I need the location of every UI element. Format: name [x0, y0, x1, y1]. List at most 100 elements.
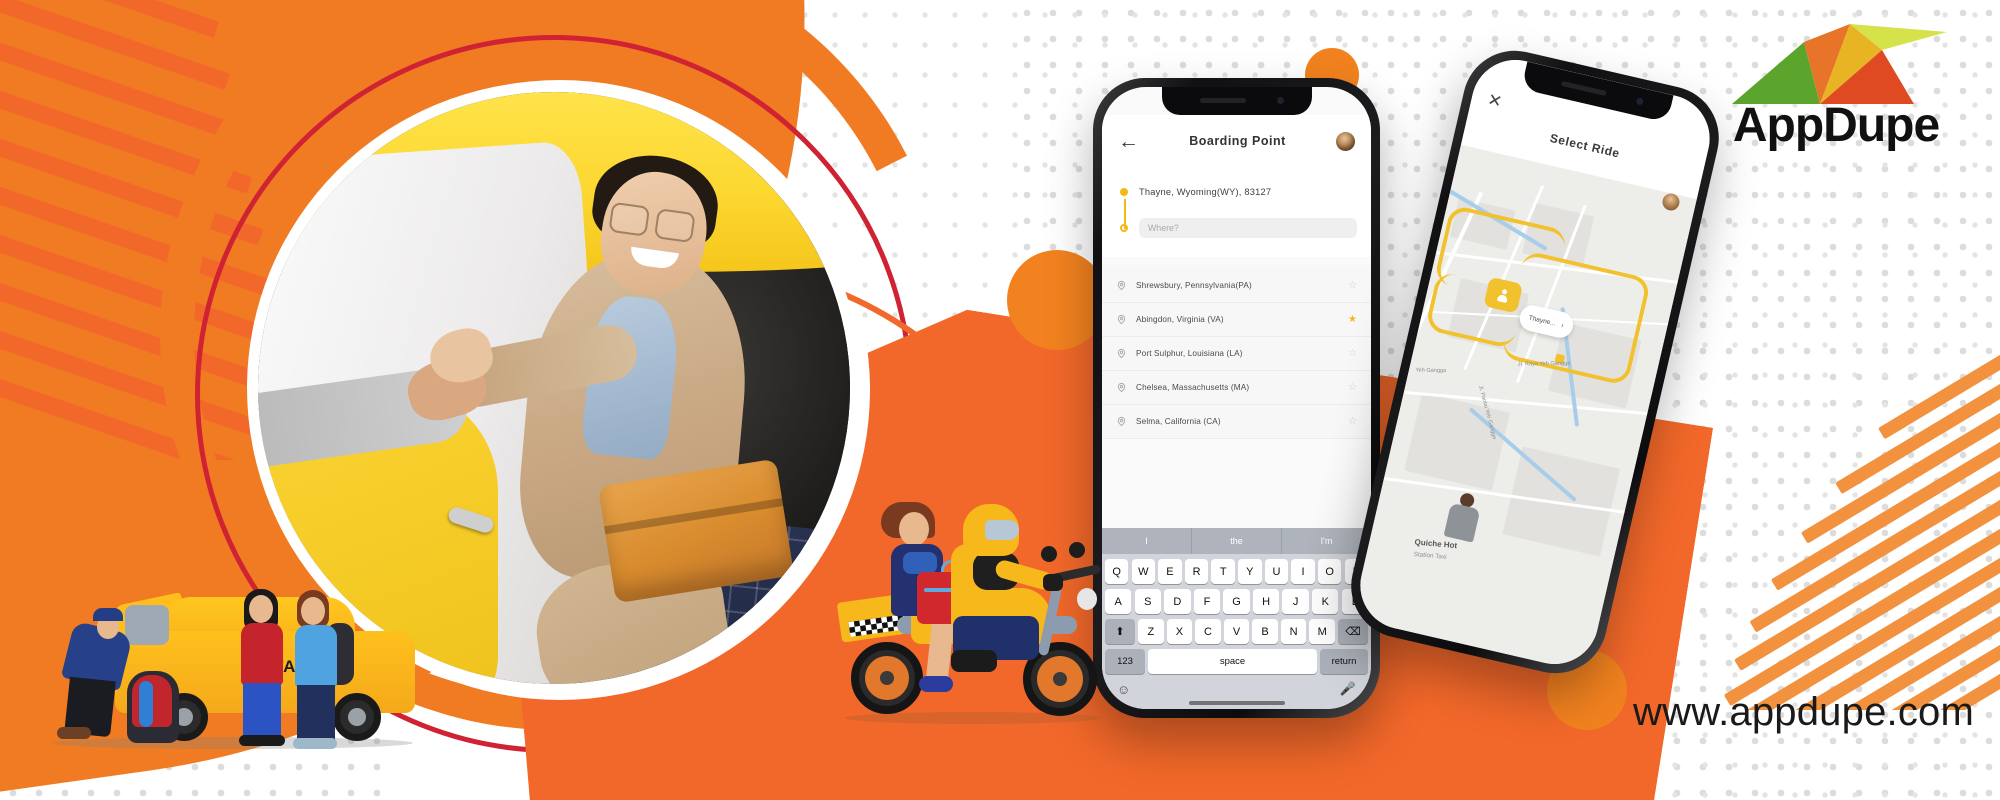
route-inputs: Thayne, Wyoming(WY), 83127 Where?	[1102, 167, 1371, 257]
keyboard-suggestion[interactable]: the	[1191, 528, 1281, 554]
orange-circle-accent-1	[1007, 250, 1107, 350]
backspace-icon[interactable]: ⌫	[1338, 619, 1369, 644]
destination-input[interactable]: Where?	[1139, 218, 1357, 238]
key-i[interactable]: I	[1291, 559, 1315, 584]
chevron-right-icon: ›	[1560, 321, 1565, 329]
street-label: Jl. Raya Yeh Gangga	[1517, 360, 1571, 368]
back-arrow-icon[interactable]: ←	[1118, 131, 1139, 152]
key-e[interactable]: E	[1158, 559, 1182, 584]
key-n[interactable]: N	[1280, 619, 1307, 644]
phone1-screen: ← Boarding Point Thayne, Wyoming(WY), 83…	[1102, 87, 1371, 709]
taxi-window	[125, 605, 169, 645]
decorative-stripe	[1723, 553, 2000, 710]
key-f[interactable]: F	[1193, 589, 1221, 614]
traveler-a-legs	[243, 683, 281, 739]
bike-mirror	[1041, 546, 1057, 562]
key-v[interactable]: V	[1223, 619, 1250, 644]
microphone-icon[interactable]: 🎤	[1340, 681, 1356, 697]
location-pin-icon	[1117, 314, 1126, 325]
key-b[interactable]: B	[1252, 619, 1278, 644]
suggestion-row[interactable]: Selma, California (CA) ☆	[1102, 405, 1371, 439]
helmet-visor	[985, 520, 1019, 540]
logo-mark-icon	[1732, 24, 1947, 104]
appdupe-logo[interactable]: AppDupe	[1696, 18, 1976, 173]
traveler-b-head	[301, 597, 325, 625]
suggestion-row[interactable]: Port Sulphur, Louisiana (LA) ☆	[1102, 337, 1371, 371]
banner-canvas: Thayne... › Jl. Raya Yeh Gangga Yeh Gang…	[0, 0, 2000, 800]
keyboard-rows: QWERTYUIOP ASDFGHJKL ⬆ ZXCVBNM⌫ 123 spac…	[1102, 554, 1371, 709]
space-key[interactable]: space	[1148, 649, 1317, 674]
logo-wordmark: AppDupe	[1732, 99, 1940, 152]
rider-glove	[1043, 574, 1063, 591]
traveler-a-head	[249, 595, 273, 623]
key-y[interactable]: Y	[1238, 559, 1262, 584]
key-h[interactable]: H	[1252, 589, 1280, 614]
suggestion-label: Selma, California (CA)	[1136, 417, 1221, 426]
favorite-star-icon[interactable]: ★	[1348, 314, 1357, 325]
location-pin-icon	[1117, 280, 1126, 291]
traveler-a-shoe	[239, 735, 285, 746]
keyboard-row-4: 123 space return	[1105, 649, 1368, 674]
suggestion-label: Port Sulphur, Louisiana (LA)	[1136, 349, 1243, 358]
traveler-b-shoe	[293, 738, 337, 749]
location-pin-icon	[1117, 348, 1126, 359]
key-g[interactable]: G	[1223, 589, 1250, 614]
passenger-head	[899, 512, 929, 546]
user-avatar-icon[interactable]	[1336, 131, 1355, 151]
suggestion-row[interactable]: Chelsea, Massachusetts (MA) ☆	[1102, 371, 1371, 405]
key-j[interactable]: J	[1282, 589, 1309, 614]
route-connector-line	[1124, 199, 1126, 229]
phone-boarding-point: ← Boarding Point Thayne, Wyoming(WY), 83…	[1093, 78, 1380, 718]
key-c[interactable]: C	[1195, 619, 1221, 644]
suggestion-row[interactable]: Shrewsbury, Pennsylvania(PA) ☆	[1102, 269, 1371, 303]
key-m[interactable]: M	[1309, 619, 1335, 644]
passenger-shoe	[919, 676, 953, 692]
map-block	[1404, 392, 1510, 491]
rider-photo	[1438, 489, 1488, 545]
keyboard-row-1: QWERTYUIOP	[1104, 559, 1369, 584]
location-pin-icon	[1117, 382, 1126, 393]
return-key[interactable]: return	[1320, 649, 1368, 674]
diagonal-stripes-right	[1680, 350, 2000, 710]
bike-mirror	[1069, 542, 1085, 558]
key-s[interactable]: S	[1134, 589, 1161, 614]
page-title: Boarding Point	[1189, 134, 1286, 148]
favorite-star-icon[interactable]: ☆	[1348, 280, 1357, 291]
place-label: Station Taxi	[1413, 550, 1447, 561]
luggage-bag	[127, 671, 179, 743]
close-x-icon[interactable]: ✕	[1486, 90, 1504, 113]
suggestion-row[interactable]: Abingdon, Virginia (VA) ★	[1102, 303, 1371, 337]
key-o[interactable]: O	[1317, 559, 1342, 584]
on-screen-keyboard: ItheI'm QWERTYUIOP ASDFGHJKL ⬆ ZXCVBNM⌫ …	[1102, 528, 1371, 709]
taxi-wheel	[333, 693, 381, 741]
favorite-star-icon[interactable]: ☆	[1348, 416, 1357, 427]
place-label: Quiche Hot	[1414, 537, 1458, 551]
favorite-star-icon[interactable]: ☆	[1348, 382, 1357, 393]
key-t[interactable]: T	[1211, 559, 1235, 584]
bike-wheel	[851, 642, 923, 714]
suggestion-label: Chelsea, Massachusetts (MA)	[1136, 383, 1250, 392]
key-x[interactable]: X	[1166, 619, 1193, 644]
phone1-notch	[1161, 87, 1312, 115]
street-label: Yeh Gangga	[1415, 367, 1447, 375]
key-r[interactable]: R	[1184, 559, 1209, 584]
key-w[interactable]: W	[1131, 559, 1156, 584]
keyboard-suggestion-bar: Ithe I'm	[1102, 528, 1371, 554]
key-d[interactable]: D	[1164, 589, 1191, 614]
suggestion-list: Shrewsbury, Pennsylvania(PA) ☆ Abingdon, V…	[1102, 265, 1371, 439]
location-pin-icon	[1117, 416, 1126, 427]
keyboard-row-2: ASDFGHJKL	[1105, 589, 1369, 614]
passenger-body-accent	[903, 552, 937, 574]
key-z[interactable]: Z	[1138, 619, 1164, 644]
bike-headlamp	[1077, 588, 1097, 610]
pickup-card-label: Thayne...	[1528, 314, 1557, 328]
pickup-row[interactable]: Thayne, Wyoming(WY), 83127	[1116, 179, 1357, 205]
pickup-location-text: Thayne, Wyoming(WY), 83127	[1139, 187, 1272, 197]
pickup-dot-icon	[1120, 188, 1128, 196]
driver-shoe	[57, 727, 91, 739]
key-u[interactable]: U	[1264, 559, 1289, 584]
destination-row[interactable]: Where?	[1116, 215, 1357, 241]
favorite-star-icon[interactable]: ☆	[1348, 348, 1357, 359]
key-k[interactable]: K	[1312, 589, 1339, 614]
website-url: www.appdupe.com	[1633, 690, 1974, 734]
